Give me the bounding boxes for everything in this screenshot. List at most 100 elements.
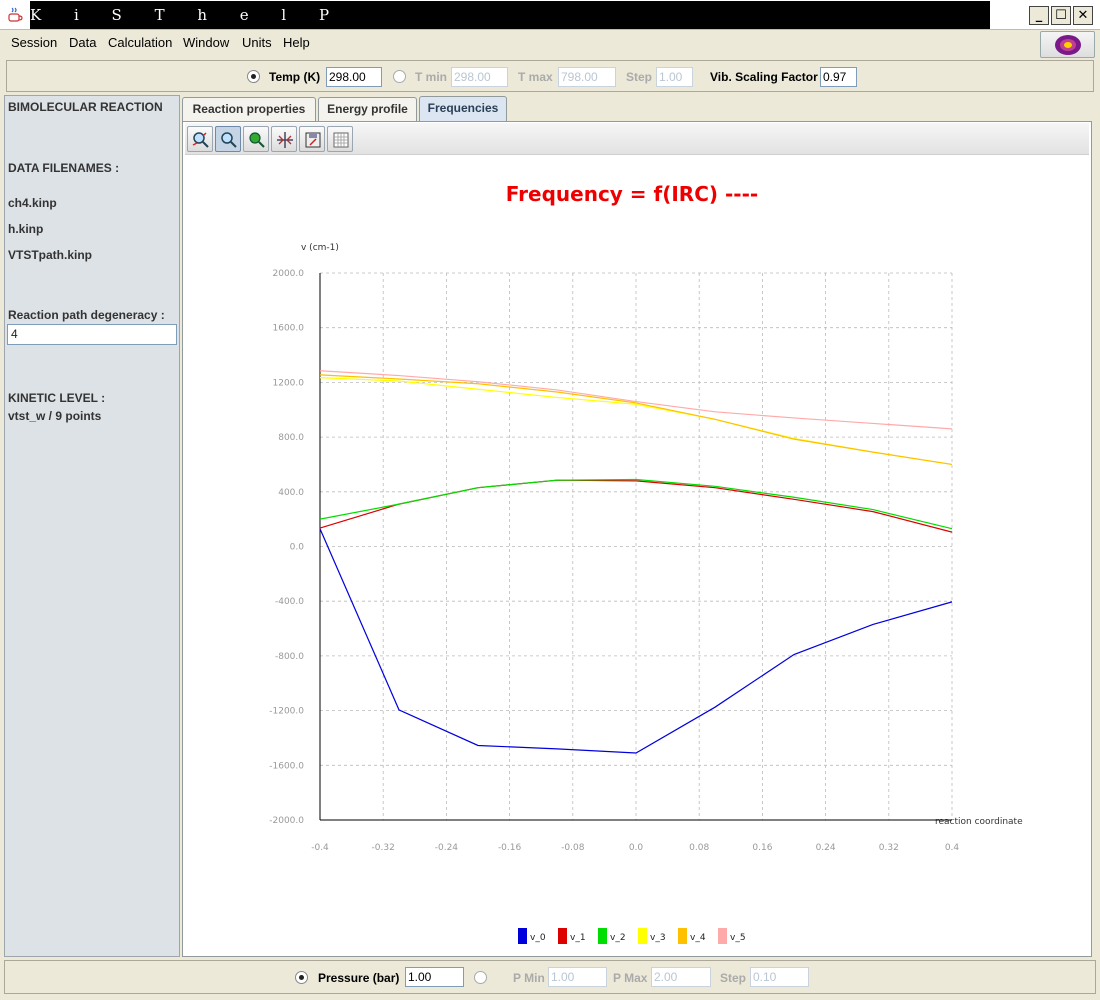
tstep-input[interactable]: 1.00 [656, 67, 693, 87]
kinetic-level-value: vtst_w / 9 points [8, 409, 102, 423]
temp-label: Temp (K) [269, 70, 321, 84]
temperature-bar: Temp (K) 298.00 T min 298.00 T max 798.0… [6, 60, 1094, 92]
minimize-button[interactable]: _ [1029, 6, 1049, 25]
close-button[interactable]: ✕ [1073, 6, 1093, 25]
vib-scaling-input[interactable]: 0.97 [820, 67, 857, 87]
x-axis-label: reaction coordinate [935, 817, 1023, 827]
logo-button[interactable] [1040, 31, 1095, 58]
tab-energy-profile[interactable]: Energy profile [318, 97, 417, 121]
pstep-input[interactable]: 0.10 [750, 967, 809, 987]
kinetic-level-label: KINETIC LEVEL : [8, 391, 106, 405]
pstep-label: Step [720, 971, 747, 985]
y-tick-label: -1600.0 [269, 761, 304, 771]
legend-swatch [638, 928, 647, 944]
title-bar: K i S T h e l P _ ☐ ✕ [0, 0, 1100, 30]
legend: v_0 v_1 v_2 v_3 v_4 v_5 [518, 928, 746, 944]
menu-help[interactable]: Help [283, 35, 310, 50]
y-axis-label: v (cm-1) [301, 243, 339, 253]
data-filenames-label: DATA FILENAMES : [8, 161, 120, 175]
y-tick-label: 2000.0 [273, 269, 305, 279]
chart-title: Frequency = f(IRC) ---- [506, 182, 758, 206]
series-line-v3 [319, 377, 953, 466]
menu-calculation[interactable]: Calculation [108, 35, 172, 50]
y-tick-label: 800.0 [278, 433, 304, 443]
menu-data[interactable]: Data [69, 35, 96, 50]
menu-bar: Session Data Calculation Window Units He… [0, 30, 1100, 58]
tmin-label: T min [415, 70, 447, 84]
window-title-text: K i S T h e l P [30, 6, 344, 24]
x-tick-label: 0.4 [945, 843, 960, 853]
x-tick-label: 0.24 [816, 843, 836, 853]
x-tick-label: 0.08 [689, 843, 709, 853]
tmin-input[interactable]: 298.00 [451, 67, 508, 87]
tab-reaction-properties[interactable]: Reaction properties [182, 97, 316, 121]
kisthelp-logo-icon [1055, 35, 1081, 55]
legend-label: v_1 [570, 933, 586, 943]
pmax-label: P Max [613, 971, 648, 985]
menu-units[interactable]: Units [242, 35, 272, 50]
maximize-button[interactable]: ☐ [1051, 6, 1071, 25]
frequencies-panel: Frequency = f(IRC) ---- v (cm-1) reactio… [182, 121, 1092, 957]
pressure-label: Pressure (bar) [318, 971, 400, 985]
legend-swatch [678, 928, 687, 944]
filename-item: ch4.kinp [8, 196, 57, 210]
y-tick-label: -400.0 [275, 597, 304, 607]
y-tick-label: 0.0 [290, 543, 305, 553]
legend-label: v_2 [610, 933, 626, 943]
y-tick-label: 1200.0 [273, 378, 305, 388]
temp-input[interactable]: 298.00 [326, 67, 382, 87]
legend-label: v_5 [730, 933, 746, 943]
pressure-bar: Pressure (bar) 1.00 P Min 1.00 P Max 2.0… [4, 960, 1096, 994]
prange-radio[interactable] [474, 971, 487, 984]
x-tick-label: 0.0 [629, 843, 644, 853]
tmax-input[interactable]: 798.00 [558, 67, 616, 87]
y-tick-label: 400.0 [278, 488, 304, 498]
trange-radio[interactable] [393, 70, 406, 83]
menu-session[interactable]: Session [11, 35, 57, 50]
menu-window[interactable]: Window [183, 35, 229, 50]
series-line-v1 [319, 479, 953, 533]
vib-scaling-label: Vib. Scaling Factor [710, 70, 818, 84]
frequency-chart: Frequency = f(IRC) ---- v (cm-1) reactio… [269, 182, 1023, 944]
x-tick-label: -0.16 [498, 843, 522, 853]
pmin-input[interactable]: 1.00 [548, 967, 607, 987]
x-tick-label: -0.24 [435, 843, 459, 853]
pmin-label: P Min [513, 971, 545, 985]
x-tick-label: -0.32 [372, 843, 395, 853]
filename-item: h.kinp [8, 222, 44, 236]
x-tick-label: -0.08 [561, 843, 585, 853]
java-cup-icon [8, 7, 23, 22]
degeneracy-label: Reaction path degeneracy : [8, 308, 165, 322]
minimize-icon: _ [1035, 8, 1043, 23]
tab-frequencies[interactable]: Frequencies [419, 96, 507, 122]
x-tick-label: 0.32 [879, 843, 899, 853]
legend-swatch [718, 928, 727, 944]
reaction-type-label: BIMOLECULAR REACTION [8, 100, 163, 114]
y-tick-label: -800.0 [275, 652, 304, 662]
close-icon: ✕ [1077, 8, 1089, 23]
grid [319, 272, 953, 821]
y-tick-label: 1600.0 [273, 324, 305, 334]
tmax-label: T max [518, 70, 553, 84]
legend-swatch [598, 928, 607, 944]
filename-item: VTSTpath.kinp [8, 248, 92, 262]
x-tick-label: 0.16 [752, 843, 772, 853]
y-tick-label: -1200.0 [269, 707, 304, 717]
degeneracy-input[interactable]: 4 [7, 324, 177, 345]
pressure-input[interactable]: 1.00 [405, 967, 464, 987]
maximize-icon: ☐ [1055, 8, 1067, 23]
tstep-label: Step [626, 70, 653, 84]
window-title: K i S T h e l P [30, 1, 990, 29]
legend-label: v_4 [690, 933, 706, 943]
temp-radio[interactable] [247, 70, 260, 83]
legend-swatch [558, 928, 567, 944]
legend-label: v_0 [530, 933, 546, 943]
x-tick-label: -0.4 [311, 843, 329, 853]
main-panel: Reaction properties Energy profile Frequ… [182, 95, 1094, 957]
pressure-radio[interactable] [295, 971, 308, 984]
pmax-input[interactable]: 2.00 [651, 967, 711, 987]
reaction-sidebar: BIMOLECULAR REACTION DATA FILENAMES : ch… [4, 95, 180, 957]
y-tick-label: -2000.0 [269, 816, 304, 826]
legend-label: v_3 [650, 933, 666, 943]
legend-swatch [518, 928, 527, 944]
